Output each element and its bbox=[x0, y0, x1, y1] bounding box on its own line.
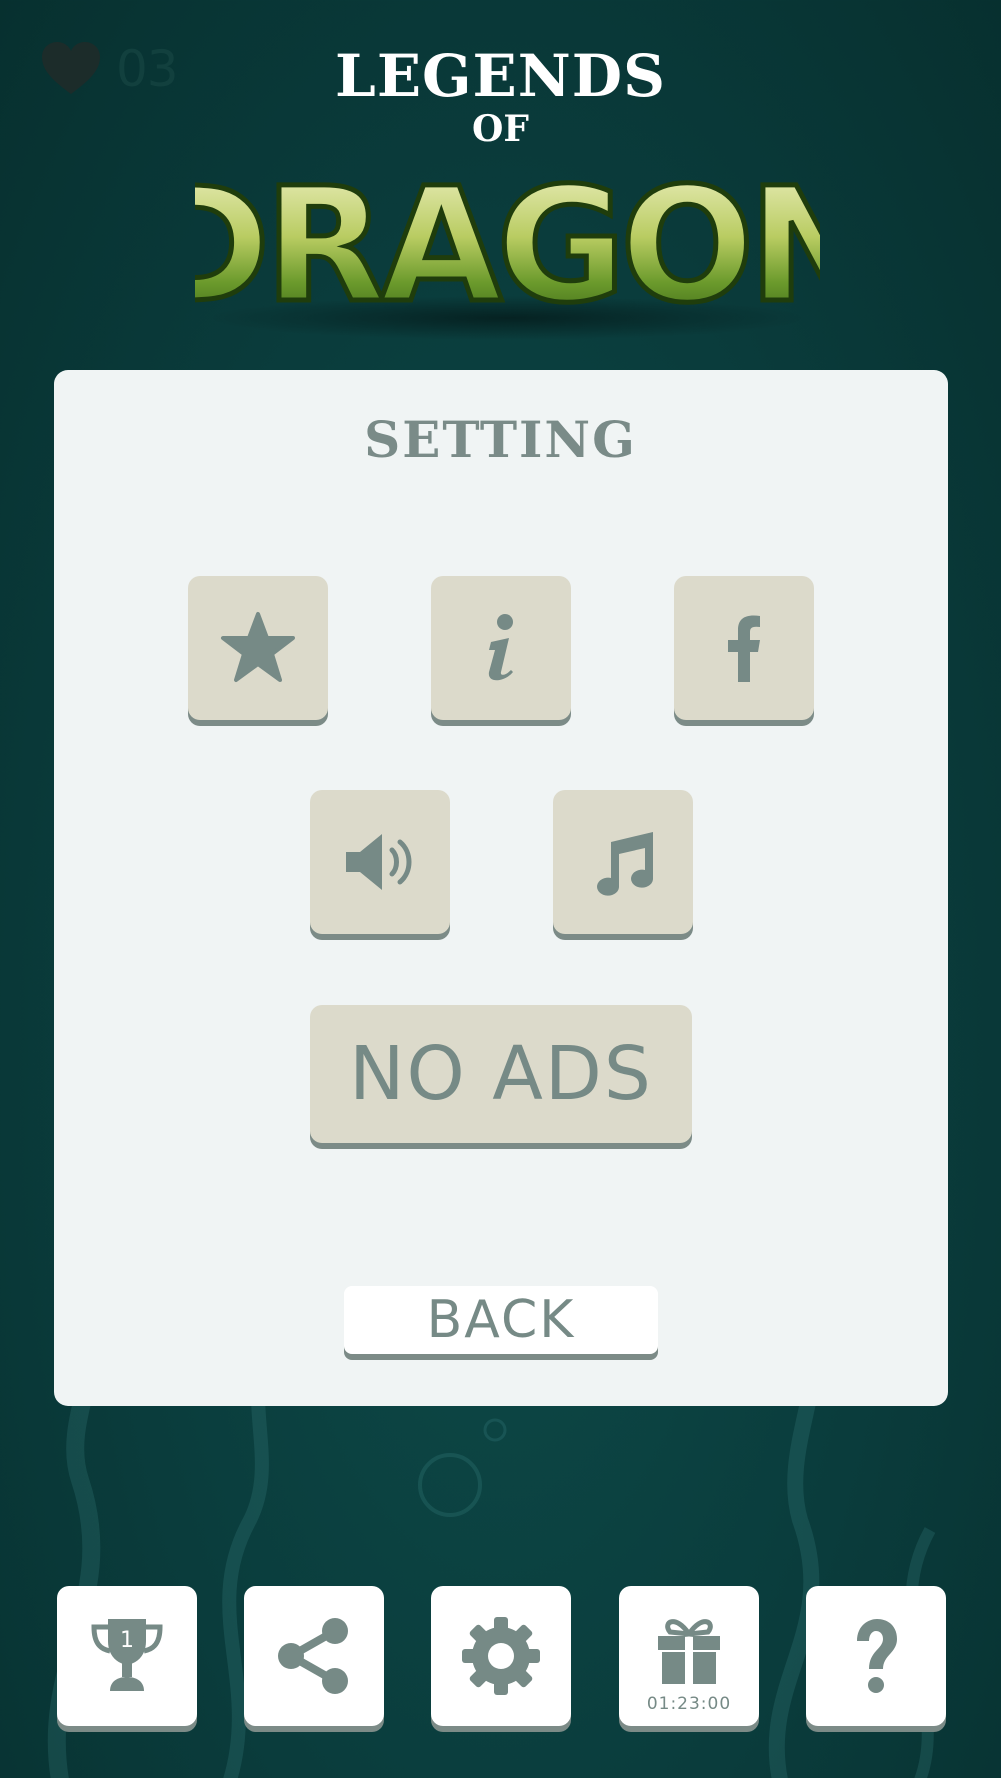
trophy-rank-badge: 1 bbox=[120, 1628, 134, 1653]
info-button[interactable] bbox=[431, 576, 571, 720]
facebook-button[interactable] bbox=[674, 576, 814, 720]
sound-toggle[interactable] bbox=[310, 790, 450, 934]
gift-button[interactable]: 01:23:00 bbox=[619, 1586, 759, 1726]
leaderboard-button[interactable]: 1 bbox=[57, 1586, 197, 1726]
rate-button[interactable] bbox=[188, 576, 328, 720]
share-button[interactable] bbox=[244, 1586, 384, 1726]
info-icon bbox=[488, 614, 513, 681]
logo-dragon-text: DRAGON bbox=[195, 154, 820, 338]
question-icon bbox=[857, 1619, 897, 1693]
logo-of: OF bbox=[472, 108, 529, 150]
logo-legends: LEGENDS bbox=[335, 42, 666, 110]
settings-title: SETTING bbox=[364, 410, 637, 469]
music-toggle[interactable] bbox=[553, 790, 693, 934]
trophy-icon: 1 bbox=[91, 1619, 163, 1691]
gift-icon bbox=[658, 1619, 720, 1684]
speaker-icon bbox=[346, 834, 412, 890]
gear-icon bbox=[462, 1617, 540, 1695]
gift-timer: 01:23:00 bbox=[646, 1694, 732, 1714]
share-icon bbox=[278, 1618, 348, 1694]
music-note-icon bbox=[597, 832, 654, 896]
settings-button[interactable] bbox=[431, 1586, 571, 1726]
logo-dragon: DRAGON bbox=[195, 152, 820, 340]
settings-panel bbox=[54, 370, 948, 1406]
help-button[interactable] bbox=[806, 1586, 946, 1726]
facebook-icon bbox=[728, 615, 760, 682]
star-icon bbox=[221, 612, 295, 682]
back-button[interactable]: BACK bbox=[344, 1286, 658, 1354]
no-ads-button[interactable]: NO ADS bbox=[310, 1005, 692, 1143]
